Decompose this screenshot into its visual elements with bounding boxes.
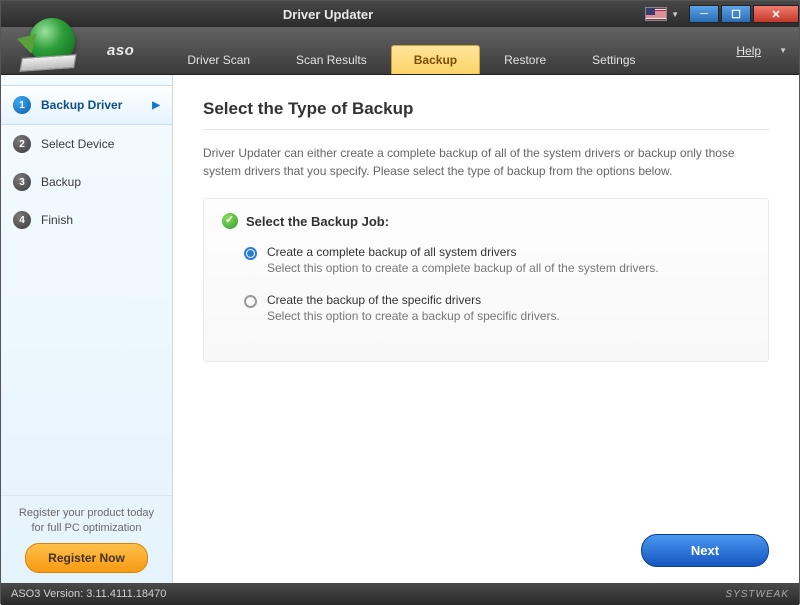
help-dropdown-icon[interactable]: ▼ bbox=[779, 46, 787, 55]
step-finish[interactable]: 4 Finish bbox=[1, 201, 172, 239]
main-tabs: Driver Scan Scan Results Backup Restore … bbox=[164, 27, 658, 74]
job-header-label: Select the Backup Job: bbox=[246, 214, 389, 229]
active-arrow-icon: ▶ bbox=[152, 100, 160, 111]
step-label: Finish bbox=[41, 213, 73, 227]
option-specific-backup[interactable]: Create the backup of the specific driver… bbox=[244, 293, 750, 323]
globe-icon bbox=[29, 18, 75, 64]
wizard-steps: 1 Backup Driver ▶ 2 Select Device 3 Back… bbox=[1, 75, 172, 495]
step-select-device[interactable]: 2 Select Device bbox=[1, 125, 172, 163]
close-button[interactable]: ✕ bbox=[753, 5, 799, 23]
radio-selected-icon[interactable] bbox=[244, 247, 257, 260]
register-message: Register your product today for full PC … bbox=[11, 506, 162, 535]
maximize-button[interactable]: ☐ bbox=[721, 5, 751, 23]
next-button[interactable]: Next bbox=[641, 534, 769, 567]
language-flag-icon[interactable] bbox=[645, 7, 667, 21]
window-controls: ─ ☐ ✕ bbox=[687, 5, 799, 23]
toolbar: aso Driver Scan Scan Results Backup Rest… bbox=[1, 27, 799, 75]
version-label: ASO3 Version: 3.11.4111.18470 bbox=[11, 588, 166, 600]
option-description: Select this option to create a backup of… bbox=[267, 309, 560, 323]
tab-settings[interactable]: Settings bbox=[570, 46, 657, 74]
main-panel: Select the Type of Backup Driver Updater… bbox=[173, 75, 799, 583]
step-number-badge: 1 bbox=[13, 96, 31, 114]
app-logo bbox=[7, 5, 97, 77]
option-description: Select this option to create a complete … bbox=[267, 261, 659, 275]
status-bar: ASO3 Version: 3.11.4111.18470 SYSTWEAK bbox=[1, 583, 799, 605]
radio-unselected-icon[interactable] bbox=[244, 295, 257, 308]
check-icon bbox=[222, 213, 238, 229]
main-footer: Next bbox=[203, 522, 769, 567]
titlebar: Driver Updater ▼ ─ ☐ ✕ bbox=[1, 1, 799, 27]
option-title: Create a complete backup of all system d… bbox=[267, 245, 659, 259]
step-backup-driver[interactable]: 1 Backup Driver ▶ bbox=[1, 85, 172, 125]
page-description: Driver Updater can either create a compl… bbox=[203, 144, 769, 180]
watermark: SYSTWEAK bbox=[725, 589, 789, 600]
minimize-button[interactable]: ─ bbox=[689, 5, 719, 23]
tab-restore[interactable]: Restore bbox=[482, 46, 568, 74]
tray-icon bbox=[19, 54, 76, 72]
tab-scan-results[interactable]: Scan Results bbox=[274, 46, 389, 74]
step-label: Backup Driver bbox=[41, 98, 122, 112]
sidebar: 1 Backup Driver ▶ 2 Select Device 3 Back… bbox=[1, 75, 173, 583]
step-backup[interactable]: 3 Backup bbox=[1, 163, 172, 201]
tab-backup[interactable]: Backup bbox=[391, 45, 480, 74]
option-complete-backup[interactable]: Create a complete backup of all system d… bbox=[244, 245, 750, 275]
content-area: 1 Backup Driver ▶ 2 Select Device 3 Back… bbox=[1, 75, 799, 583]
step-number-badge: 3 bbox=[13, 173, 31, 191]
step-number-badge: 2 bbox=[13, 135, 31, 153]
tab-driver-scan[interactable]: Driver Scan bbox=[165, 46, 272, 74]
window-title: Driver Updater bbox=[11, 7, 645, 22]
sidebar-footer: Register your product today for full PC … bbox=[1, 495, 172, 583]
step-number-badge: 4 bbox=[13, 211, 31, 229]
page-title: Select the Type of Backup bbox=[203, 99, 769, 130]
backup-job-box: Select the Backup Job: Create a complete… bbox=[203, 198, 769, 362]
help-link[interactable]: Help bbox=[736, 44, 761, 58]
step-label: Select Device bbox=[41, 137, 114, 151]
job-header: Select the Backup Job: bbox=[222, 213, 750, 229]
brand-name: aso bbox=[107, 42, 134, 59]
language-dropdown-icon[interactable]: ▼ bbox=[671, 10, 679, 19]
register-now-button[interactable]: Register Now bbox=[25, 543, 148, 573]
download-arrow-icon bbox=[17, 34, 41, 57]
step-label: Backup bbox=[41, 175, 81, 189]
option-title: Create the backup of the specific driver… bbox=[267, 293, 560, 307]
